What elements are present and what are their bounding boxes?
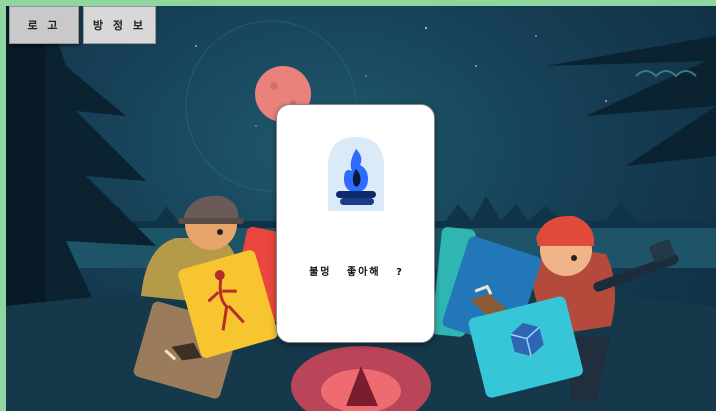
card-question-text: 불멍 좋아해 ? bbox=[309, 267, 404, 278]
pine-tree-right bbox=[546, 36, 716, 166]
room-info-button[interactable]: 방 정 보 bbox=[83, 6, 156, 44]
campfire-icon bbox=[324, 135, 388, 211]
question-card[interactable]: 불멍 좋아해 ? bbox=[276, 104, 435, 343]
back-button[interactable]: 로 고 bbox=[9, 6, 79, 44]
